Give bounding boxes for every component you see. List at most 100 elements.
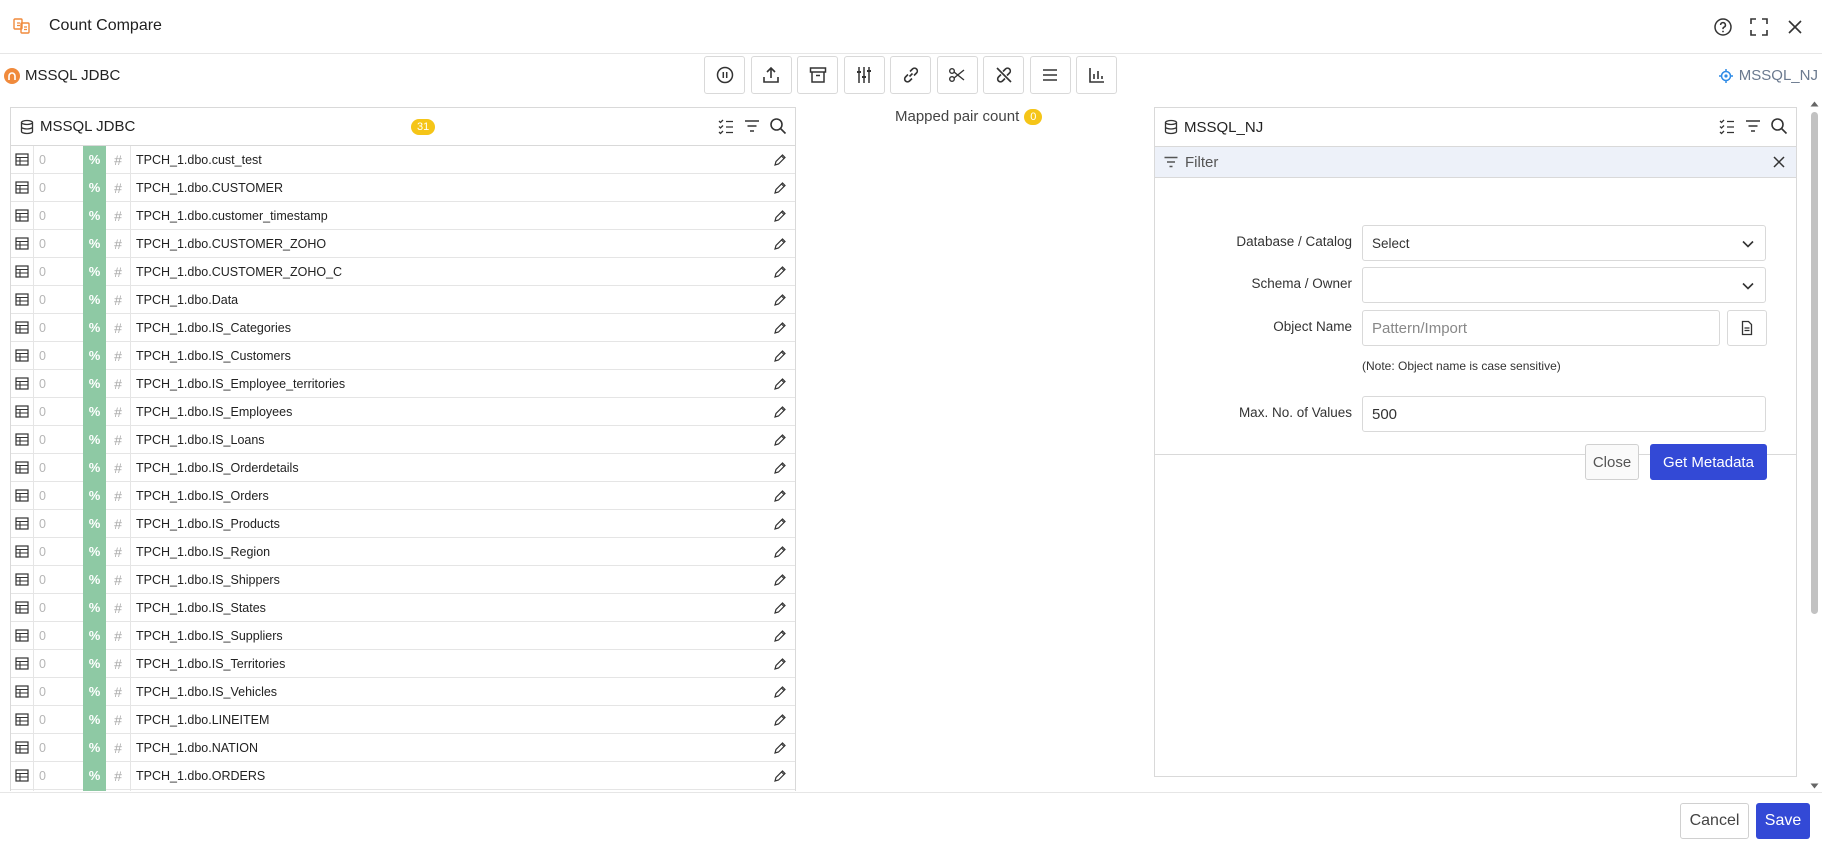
database-catalog-select[interactable]: Select xyxy=(1362,225,1766,261)
percent-toggle[interactable]: % xyxy=(83,733,106,762)
help-icon[interactable] xyxy=(1710,14,1736,40)
filter-icon[interactable] xyxy=(743,117,761,135)
percent-toggle[interactable]: % xyxy=(83,621,106,650)
pause-button[interactable] xyxy=(704,56,745,94)
table-row[interactable]: 0% # TPCH_1.dbo.CUSTOMER xyxy=(11,173,795,202)
edit-icon[interactable] xyxy=(765,685,795,699)
edit-icon[interactable] xyxy=(765,153,795,167)
hash-toggle[interactable]: # xyxy=(106,789,131,791)
table-row[interactable]: 0% # TPCH_1.dbo.CUSTOMER_ZOHO_C xyxy=(11,257,795,286)
edit-icon[interactable] xyxy=(765,461,795,475)
edit-icon[interactable] xyxy=(765,209,795,223)
hash-toggle[interactable]: # xyxy=(106,201,131,230)
edit-icon[interactable] xyxy=(765,265,795,279)
table-row[interactable]: 0% # TPCH_1.dbo.Data xyxy=(11,285,795,314)
table-row[interactable]: 0% # TPCH_1.dbo.NATION xyxy=(11,733,795,762)
checklist-icon[interactable] xyxy=(1718,117,1736,135)
hash-toggle[interactable]: # xyxy=(106,453,131,482)
unlink-button[interactable] xyxy=(983,56,1024,94)
percent-toggle[interactable]: % xyxy=(83,705,106,734)
link-button[interactable] xyxy=(890,56,931,94)
scrollbar-thumb[interactable] xyxy=(1811,112,1818,614)
percent-toggle[interactable]: % xyxy=(83,229,106,258)
edit-icon[interactable] xyxy=(765,237,795,251)
percent-toggle[interactable]: % xyxy=(83,397,106,426)
percent-toggle[interactable]: % xyxy=(83,537,106,566)
edit-icon[interactable] xyxy=(765,405,795,419)
hash-toggle[interactable]: # xyxy=(106,677,131,706)
close-icon[interactable] xyxy=(1782,14,1808,40)
close-filter-icon[interactable] xyxy=(1772,155,1786,169)
filter-icon[interactable] xyxy=(1744,117,1762,135)
chart-button[interactable] xyxy=(1076,56,1117,94)
edit-icon[interactable] xyxy=(765,433,795,447)
max-values-field[interactable] xyxy=(1362,396,1766,432)
cut-button[interactable] xyxy=(936,56,978,94)
hash-toggle[interactable]: # xyxy=(106,537,131,566)
table-row[interactable]: 0% # TPCH_1.dbo.IS_Suppliers xyxy=(11,621,795,650)
table-row[interactable]: 0% # TPCH_1.dbo.IS_Orderdetails xyxy=(11,453,795,482)
percent-toggle[interactable]: % xyxy=(83,341,106,370)
edit-icon[interactable] xyxy=(765,489,795,503)
edit-icon[interactable] xyxy=(765,657,795,671)
table-row[interactable]: 0%# xyxy=(11,789,795,791)
hash-toggle[interactable]: # xyxy=(106,313,131,342)
hash-toggle[interactable]: # xyxy=(106,761,131,790)
edit-icon[interactable] xyxy=(765,573,795,587)
edit-icon[interactable] xyxy=(765,181,795,195)
hash-toggle[interactable]: # xyxy=(106,425,131,454)
table-row[interactable]: 0% # TPCH_1.dbo.IS_Vehicles xyxy=(11,677,795,706)
percent-toggle[interactable]: % xyxy=(83,453,106,482)
edit-icon[interactable] xyxy=(765,377,795,391)
object-name-field[interactable] xyxy=(1362,310,1720,346)
list-button[interactable] xyxy=(1029,56,1071,94)
hash-toggle[interactable]: # xyxy=(106,593,131,622)
table-row[interactable]: 0% # TPCH_1.dbo.IS_Region xyxy=(11,537,795,566)
percent-toggle[interactable]: % xyxy=(83,565,106,594)
search-icon[interactable] xyxy=(1770,117,1788,135)
object-name-input[interactable] xyxy=(1372,319,1719,337)
checklist-icon[interactable] xyxy=(717,117,735,135)
hash-toggle[interactable]: # xyxy=(106,229,131,258)
edit-icon[interactable] xyxy=(765,629,795,643)
hash-toggle[interactable]: # xyxy=(106,705,131,734)
table-row[interactable]: 0% # TPCH_1.dbo.IS_Products xyxy=(11,509,795,538)
percent-toggle[interactable]: % xyxy=(83,313,106,342)
table-row[interactable]: 0% # TPCH_1.dbo.IS_Orders xyxy=(11,481,795,510)
table-row[interactable]: 0% # TPCH_1.dbo.ORDERS xyxy=(11,761,795,790)
table-row[interactable]: 0% # TPCH_1.dbo.IS_Loans xyxy=(11,425,795,454)
search-icon[interactable] xyxy=(769,117,787,135)
close-button[interactable]: Close xyxy=(1585,444,1639,480)
table-row[interactable]: 0% # TPCH_1.dbo.LINEITEM xyxy=(11,705,795,734)
edit-icon[interactable] xyxy=(765,601,795,615)
percent-toggle[interactable]: % xyxy=(83,593,106,622)
percent-toggle[interactable]: % xyxy=(83,285,106,314)
hash-toggle[interactable]: # xyxy=(106,621,131,650)
table-row[interactable]: 0% # TPCH_1.dbo.IS_Customers xyxy=(11,341,795,370)
hash-toggle[interactable]: # xyxy=(106,397,131,426)
max-values-input[interactable] xyxy=(1372,405,1765,423)
edit-icon[interactable] xyxy=(765,293,795,307)
percent-toggle[interactable]: % xyxy=(83,509,106,538)
get-metadata-button[interactable]: Get Metadata xyxy=(1650,444,1767,480)
hash-toggle[interactable]: # xyxy=(106,145,131,174)
percent-toggle[interactable]: % xyxy=(83,257,106,286)
hash-toggle[interactable]: # xyxy=(106,649,131,678)
edit-icon[interactable] xyxy=(765,769,795,783)
vertical-scrollbar[interactable] xyxy=(1809,100,1820,790)
hash-toggle[interactable]: # xyxy=(106,369,131,398)
percent-toggle[interactable]: % xyxy=(83,761,106,790)
edit-icon[interactable] xyxy=(765,321,795,335)
hash-toggle[interactable]: # xyxy=(106,509,131,538)
settings-sliders-button[interactable] xyxy=(843,56,885,94)
import-file-button[interactable] xyxy=(1727,310,1767,346)
percent-toggle[interactable]: % xyxy=(83,425,106,454)
edit-icon[interactable] xyxy=(765,349,795,363)
hash-toggle[interactable]: # xyxy=(106,565,131,594)
table-row[interactable]: 0% # TPCH_1.dbo.IS_Categories xyxy=(11,313,795,342)
percent-toggle[interactable]: % xyxy=(83,369,106,398)
table-row[interactable]: 0% # TPCH_1.dbo.IS_Employee_territories xyxy=(11,369,795,398)
hash-toggle[interactable]: # xyxy=(106,173,131,202)
table-row[interactable]: 0% # TPCH_1.dbo.CUSTOMER_ZOHO xyxy=(11,229,795,258)
edit-icon[interactable] xyxy=(765,545,795,559)
